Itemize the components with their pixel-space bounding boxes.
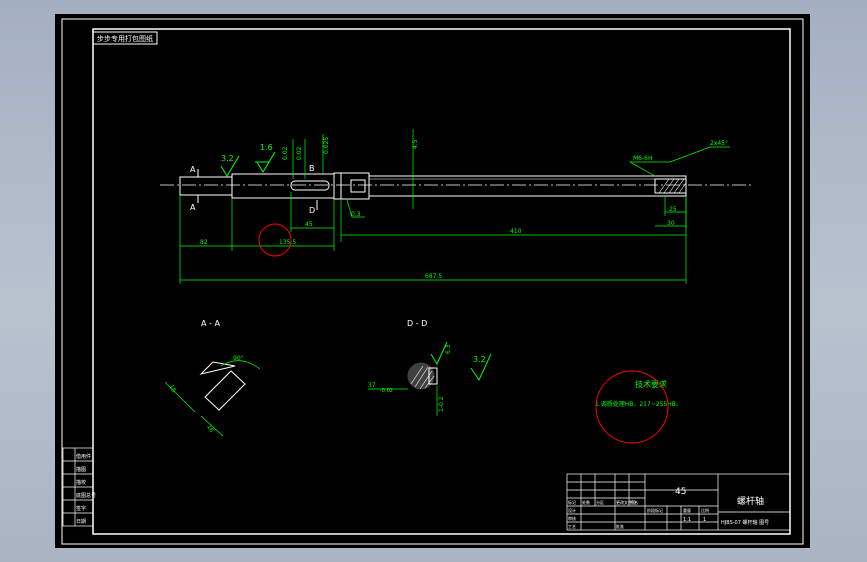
keyway-slot [290,180,330,191]
material: 45 [675,487,686,497]
section-d-keyway: 1-0.2 [438,396,445,412]
dim-overall: 687.5 [425,273,442,280]
drawing-number: HJBS-07 螺杆轴 图号 [721,519,769,526]
section-d-circle [407,362,435,390]
thread-label: M6-6H [633,155,653,162]
part-name: 螺杆轴 [737,495,764,507]
col-label-2: 重量 [683,507,691,513]
title-block-text: 45 螺杆轴 HJBS-07 螺杆轴 图号 1:1 1 标记 处数 分区 更改文… [568,487,769,529]
dim-right-1: 25 [669,206,677,213]
side-row-3: 描校 [76,479,86,486]
section-a-angle: 90° [233,355,244,362]
dim-right-2: 30 [667,220,675,227]
collar-inner [350,179,366,193]
sheet: 1 [703,517,706,523]
tech-req-line1: 1.调质处理HB，217~255HB。 [595,400,682,408]
shaft-segment-2 [231,173,335,199]
section-letter-a-top: A [190,165,196,174]
side-row-1: 借用件 [76,453,91,460]
row-label-2: 处数 [582,499,590,505]
section-a-dim-1-text: 15 [167,384,177,394]
cad-viewport[interactable]: 步步专用打包图纸 A A D B 3.2 1.6 0.02 0.02 0.025… [55,14,810,548]
col-label-1: 阶段标记 [647,507,663,513]
dim-main: 410 [510,228,522,235]
side-row-2: 描图 [76,466,86,473]
section-d-roughness: 3.2 [473,355,486,364]
thread-hatch [658,178,687,194]
shaft-segment-left [179,176,233,196]
section-d-view: D - D 37 -0.02 6.3 3.2 1-0.2 [368,319,492,416]
section-d-depth: 6.3 [445,344,452,354]
chamfer-label: 2x45° [710,140,728,147]
section-d-tolerance: -0.02 [380,388,393,394]
section-a-square [204,370,246,411]
dim-45: 45 [305,221,313,228]
note-sm-1: 0.3 [351,211,361,218]
sign-label-1: 设计 [568,507,576,513]
engineering-drawing: 步步专用打包图纸 A A D B 3.2 1.6 0.02 0.02 0.025… [61,18,804,545]
main-shaft-view: A A D B 3.2 1.6 0.02 0.02 0.025 4.5 0.3 … [160,129,753,284]
side-row-6: 日期 [76,519,86,525]
scale: 1:1 [683,517,691,523]
sign-label-2: 审核 [568,515,576,521]
inner-frame [92,28,791,535]
row-label-1: 标记 [568,499,576,505]
letter-b: B [309,164,315,173]
roughness-symbol-2 [255,151,276,173]
side-row-4: 底图总号 [76,492,96,499]
top-label: 步步专用打包图纸 [97,34,153,43]
note-top-3: 0.025 [323,137,330,154]
shaft-collar-1 [333,172,342,200]
side-row-5: 签字 [76,505,86,512]
sign-label-3: 工艺 [568,524,576,529]
note-top-2: 0.02 [296,146,303,160]
note-top-1: 0.02 [282,146,289,160]
note-top-4: 4.5 [412,139,419,149]
section-a-dim-2-text: 16 [205,424,215,434]
roughness-value-2: 1.6 [260,143,273,152]
section-letter-d: D [309,206,315,215]
dim-left: 82 [200,239,208,246]
technical-requirements: 技术要求 1.调质处理HB，217~255HB。 [595,370,682,444]
row-label-5: 签名 [630,499,638,505]
col-label-3: 比例 [701,507,709,513]
section-letter-a-bottom: A [190,203,196,212]
section-label-d: D - D [407,319,427,328]
section-d-diameter: 37 [368,382,376,389]
roughness-value-1: 3.2 [221,154,234,163]
dimension-extensions [179,192,687,284]
sign-label-4: 批准 [616,523,624,529]
row-label-3: 分区 [596,499,604,505]
dim-center: 135.5 [279,239,296,246]
section-label-a: A - A [201,319,220,328]
section-a-view: A - A 90° 15 16 [164,319,261,437]
outer-frame [61,18,804,545]
